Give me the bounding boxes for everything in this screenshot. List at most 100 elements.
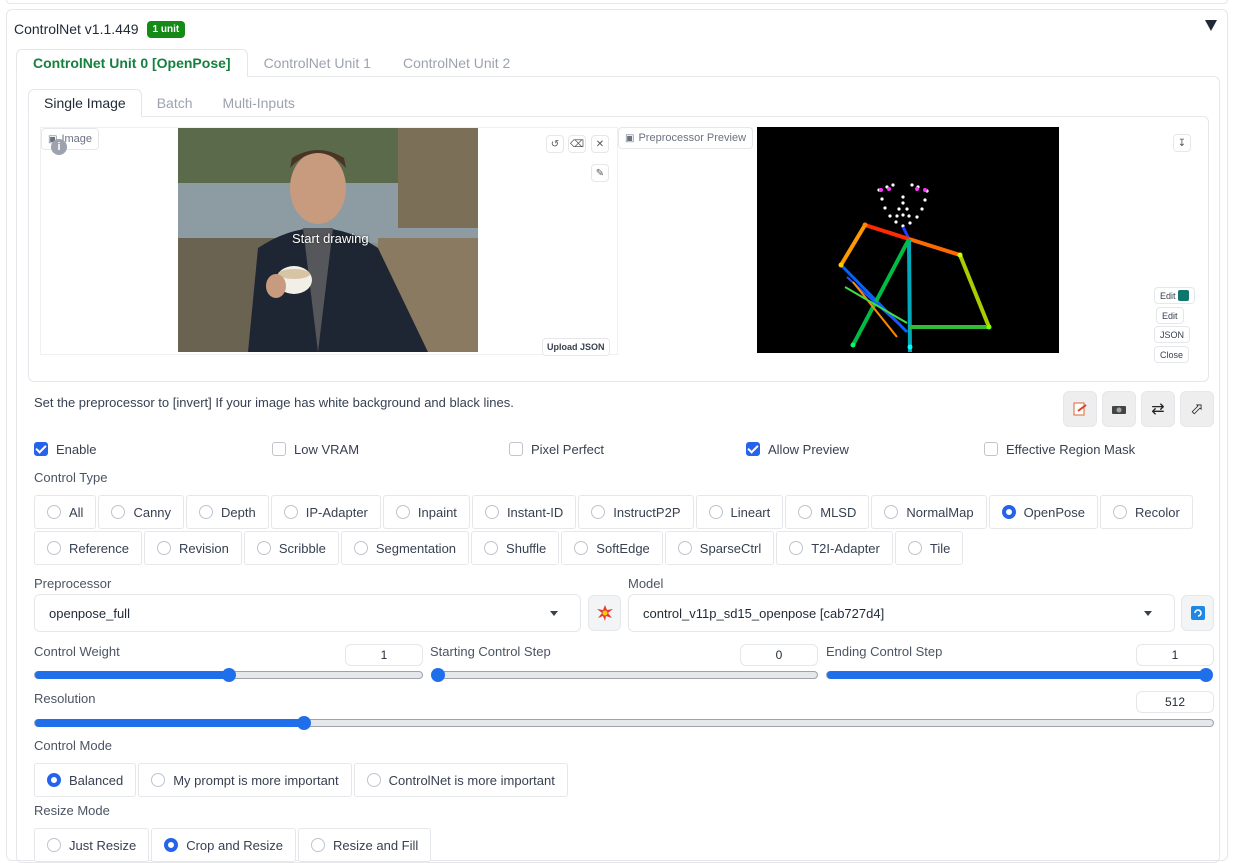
tab-single-image[interactable]: Single Image — [28, 89, 142, 117]
starting-step-input[interactable]: 0 — [740, 644, 818, 666]
info-icon[interactable]: i — [51, 139, 67, 155]
checkbox-icon[interactable] — [984, 442, 998, 456]
flip-icon[interactable]: ⬀ — [1180, 391, 1214, 427]
control-type-row-1: All Canny Depth IP-Adapter Inpaint Insta… — [34, 495, 1195, 529]
preprocessor-dropdown[interactable]: openpose_full — [34, 594, 581, 632]
refresh-models-button[interactable] — [1181, 595, 1214, 631]
close-icon[interactable]: ✕ — [591, 135, 609, 153]
control-type-t2i-adapter[interactable]: T2I-Adapter — [776, 531, 893, 565]
control-type-tile[interactable]: Tile — [894, 531, 964, 565]
radio-label: Balanced — [69, 772, 124, 788]
control-type-openpose[interactable]: OpenPose — [988, 495, 1098, 529]
resize-mode-label: Resize Mode — [34, 803, 110, 818]
control-type-inpaint[interactable]: Inpaint — [382, 495, 470, 529]
radio-label: Resize and Fill — [333, 837, 419, 853]
radio-label: Canny — [133, 504, 172, 520]
control-type-instant-id[interactable]: Instant-ID — [471, 495, 577, 529]
brush-icon[interactable]: ✎ — [591, 164, 609, 182]
accordion-header[interactable]: ControlNet v1.1.449 1 unit — [14, 18, 186, 40]
edit-button-0[interactable]: Edit — [1154, 287, 1195, 304]
radio-icon — [47, 505, 61, 519]
radio-label: IP-Adapter — [305, 504, 368, 520]
control-type-softedge[interactable]: SoftEdge — [561, 531, 663, 565]
camera-icon — [1112, 406, 1126, 414]
radio-label: Just Resize — [69, 837, 137, 853]
tab-unit-2[interactable]: ControlNet Unit 2 — [387, 49, 526, 77]
resize-mode-options: Just Resize Crop and Resize Resize and F… — [34, 828, 433, 862]
slider-thumb[interactable] — [431, 668, 445, 682]
resize-mode-resize-and-fill[interactable]: Resize and Fill — [298, 828, 432, 862]
radio-icon — [1113, 505, 1127, 519]
control-mode-controlnet[interactable]: ControlNet is more important — [353, 763, 568, 797]
slider-thumb[interactable] — [221, 668, 236, 682]
resize-mode-crop-and-resize[interactable]: Crop and Resize — [151, 828, 297, 862]
json-button[interactable]: JSON — [1154, 326, 1191, 343]
checkbox-checked-icon[interactable] — [34, 442, 48, 456]
swap-icon[interactable]: ⇄ — [1141, 391, 1175, 427]
radio-icon — [156, 541, 171, 555]
pixel-perfect-checkbox[interactable]: Pixel Perfect — [509, 440, 604, 458]
tab-batch[interactable]: Batch — [142, 89, 208, 117]
radio-label: Crop and Resize — [186, 837, 284, 853]
checkbox-icon[interactable] — [509, 442, 523, 456]
collapse-caret-icon[interactable] — [1205, 20, 1217, 31]
tab-unit-1[interactable]: ControlNet Unit 1 — [248, 49, 387, 77]
run-preprocessor-button[interactable] — [588, 595, 621, 631]
slider-thumb[interactable] — [296, 716, 311, 730]
control-mode-prompt[interactable]: My prompt is more important — [138, 763, 352, 797]
refresh-icon — [1190, 606, 1205, 620]
control-type-all[interactable]: All — [34, 495, 97, 529]
control-type-lineart[interactable]: Lineart — [695, 495, 784, 529]
resize-mode-just-resize[interactable]: Just Resize — [34, 828, 150, 862]
ending-step-slider[interactable] — [826, 668, 1213, 682]
control-type-canny[interactable]: Canny — [98, 495, 185, 529]
radio-label: Inpaint — [417, 504, 457, 520]
starting-step-slider[interactable] — [431, 668, 818, 682]
control-type-ip-adapter[interactable]: IP-Adapter — [270, 495, 381, 529]
control-type-normalmap[interactable]: NormalMap — [871, 495, 987, 529]
control-type-depth[interactable]: Depth — [186, 495, 269, 529]
control-type-instructp2p[interactable]: InstructP2P — [578, 495, 694, 529]
control-type-reference[interactable]: Reference — [34, 531, 142, 565]
model-dropdown[interactable]: control_v11p_sd15_openpose [cab727d4] — [628, 594, 1175, 632]
checkbox-icon[interactable] — [272, 442, 286, 456]
eraser-icon[interactable]: ⌫ — [568, 135, 586, 153]
radio-icon — [111, 505, 126, 519]
previous-panel-edge — [6, 0, 1228, 4]
radio-icon — [47, 838, 61, 852]
control-type-sparsectrl[interactable]: SparseCtrl — [664, 531, 775, 565]
allow-preview-checkbox[interactable]: Allow Preview — [746, 440, 849, 458]
ending-step-input[interactable]: 1 — [1136, 644, 1214, 666]
resolution-input[interactable]: 512 — [1136, 691, 1214, 713]
control-mode-options: Balanced My prompt is more important Con… — [34, 763, 570, 797]
checkbox-checked-icon[interactable] — [746, 442, 760, 456]
control-type-segmentation[interactable]: Segmentation — [340, 531, 470, 565]
control-weight-input[interactable]: 1 — [345, 644, 423, 666]
pose-preview-image — [757, 127, 1059, 353]
control-type-recolor[interactable]: Recolor — [1100, 495, 1193, 529]
tab-multi-inputs[interactable]: Multi-Inputs — [208, 89, 310, 117]
resolution-slider[interactable] — [34, 716, 1214, 730]
radio-label: Revision — [178, 540, 229, 556]
tab-unit-0[interactable]: ControlNet Unit 0 [OpenPose] — [16, 49, 248, 77]
close-preview-button[interactable]: Close — [1154, 346, 1190, 363]
send-dimensions-icon[interactable] — [1063, 391, 1097, 427]
effective-region-mask-checkbox[interactable]: Effective Region Mask — [984, 440, 1135, 458]
download-icon[interactable]: ↧ — [1173, 134, 1191, 152]
control-mode-balanced[interactable]: Balanced — [34, 763, 137, 797]
radio-label: Reference — [69, 540, 129, 556]
webcam-icon[interactable] — [1102, 391, 1136, 427]
radio-icon — [199, 505, 214, 519]
control-type-scribble[interactable]: Scribble — [243, 531, 339, 565]
slider-thumb[interactable] — [1199, 668, 1213, 682]
edit-button-1[interactable]: Edit — [1156, 307, 1184, 324]
undo-icon[interactable]: ↺ — [546, 135, 564, 153]
low-vram-checkbox[interactable]: Low VRAM — [272, 440, 359, 458]
enable-checkbox[interactable]: Enable — [34, 440, 96, 458]
control-type-revision[interactable]: Revision — [143, 531, 242, 565]
image-input[interactable]: ▣ Image i Start drawing ↺ ⌫ ✕ ✎ Upload J… — [40, 127, 618, 356]
control-type-mlsd[interactable]: MLSD — [785, 495, 870, 529]
upload-json-button[interactable]: Upload JSON — [542, 338, 610, 356]
control-type-shuffle[interactable]: Shuffle — [471, 531, 560, 565]
control-weight-slider[interactable] — [34, 668, 423, 682]
